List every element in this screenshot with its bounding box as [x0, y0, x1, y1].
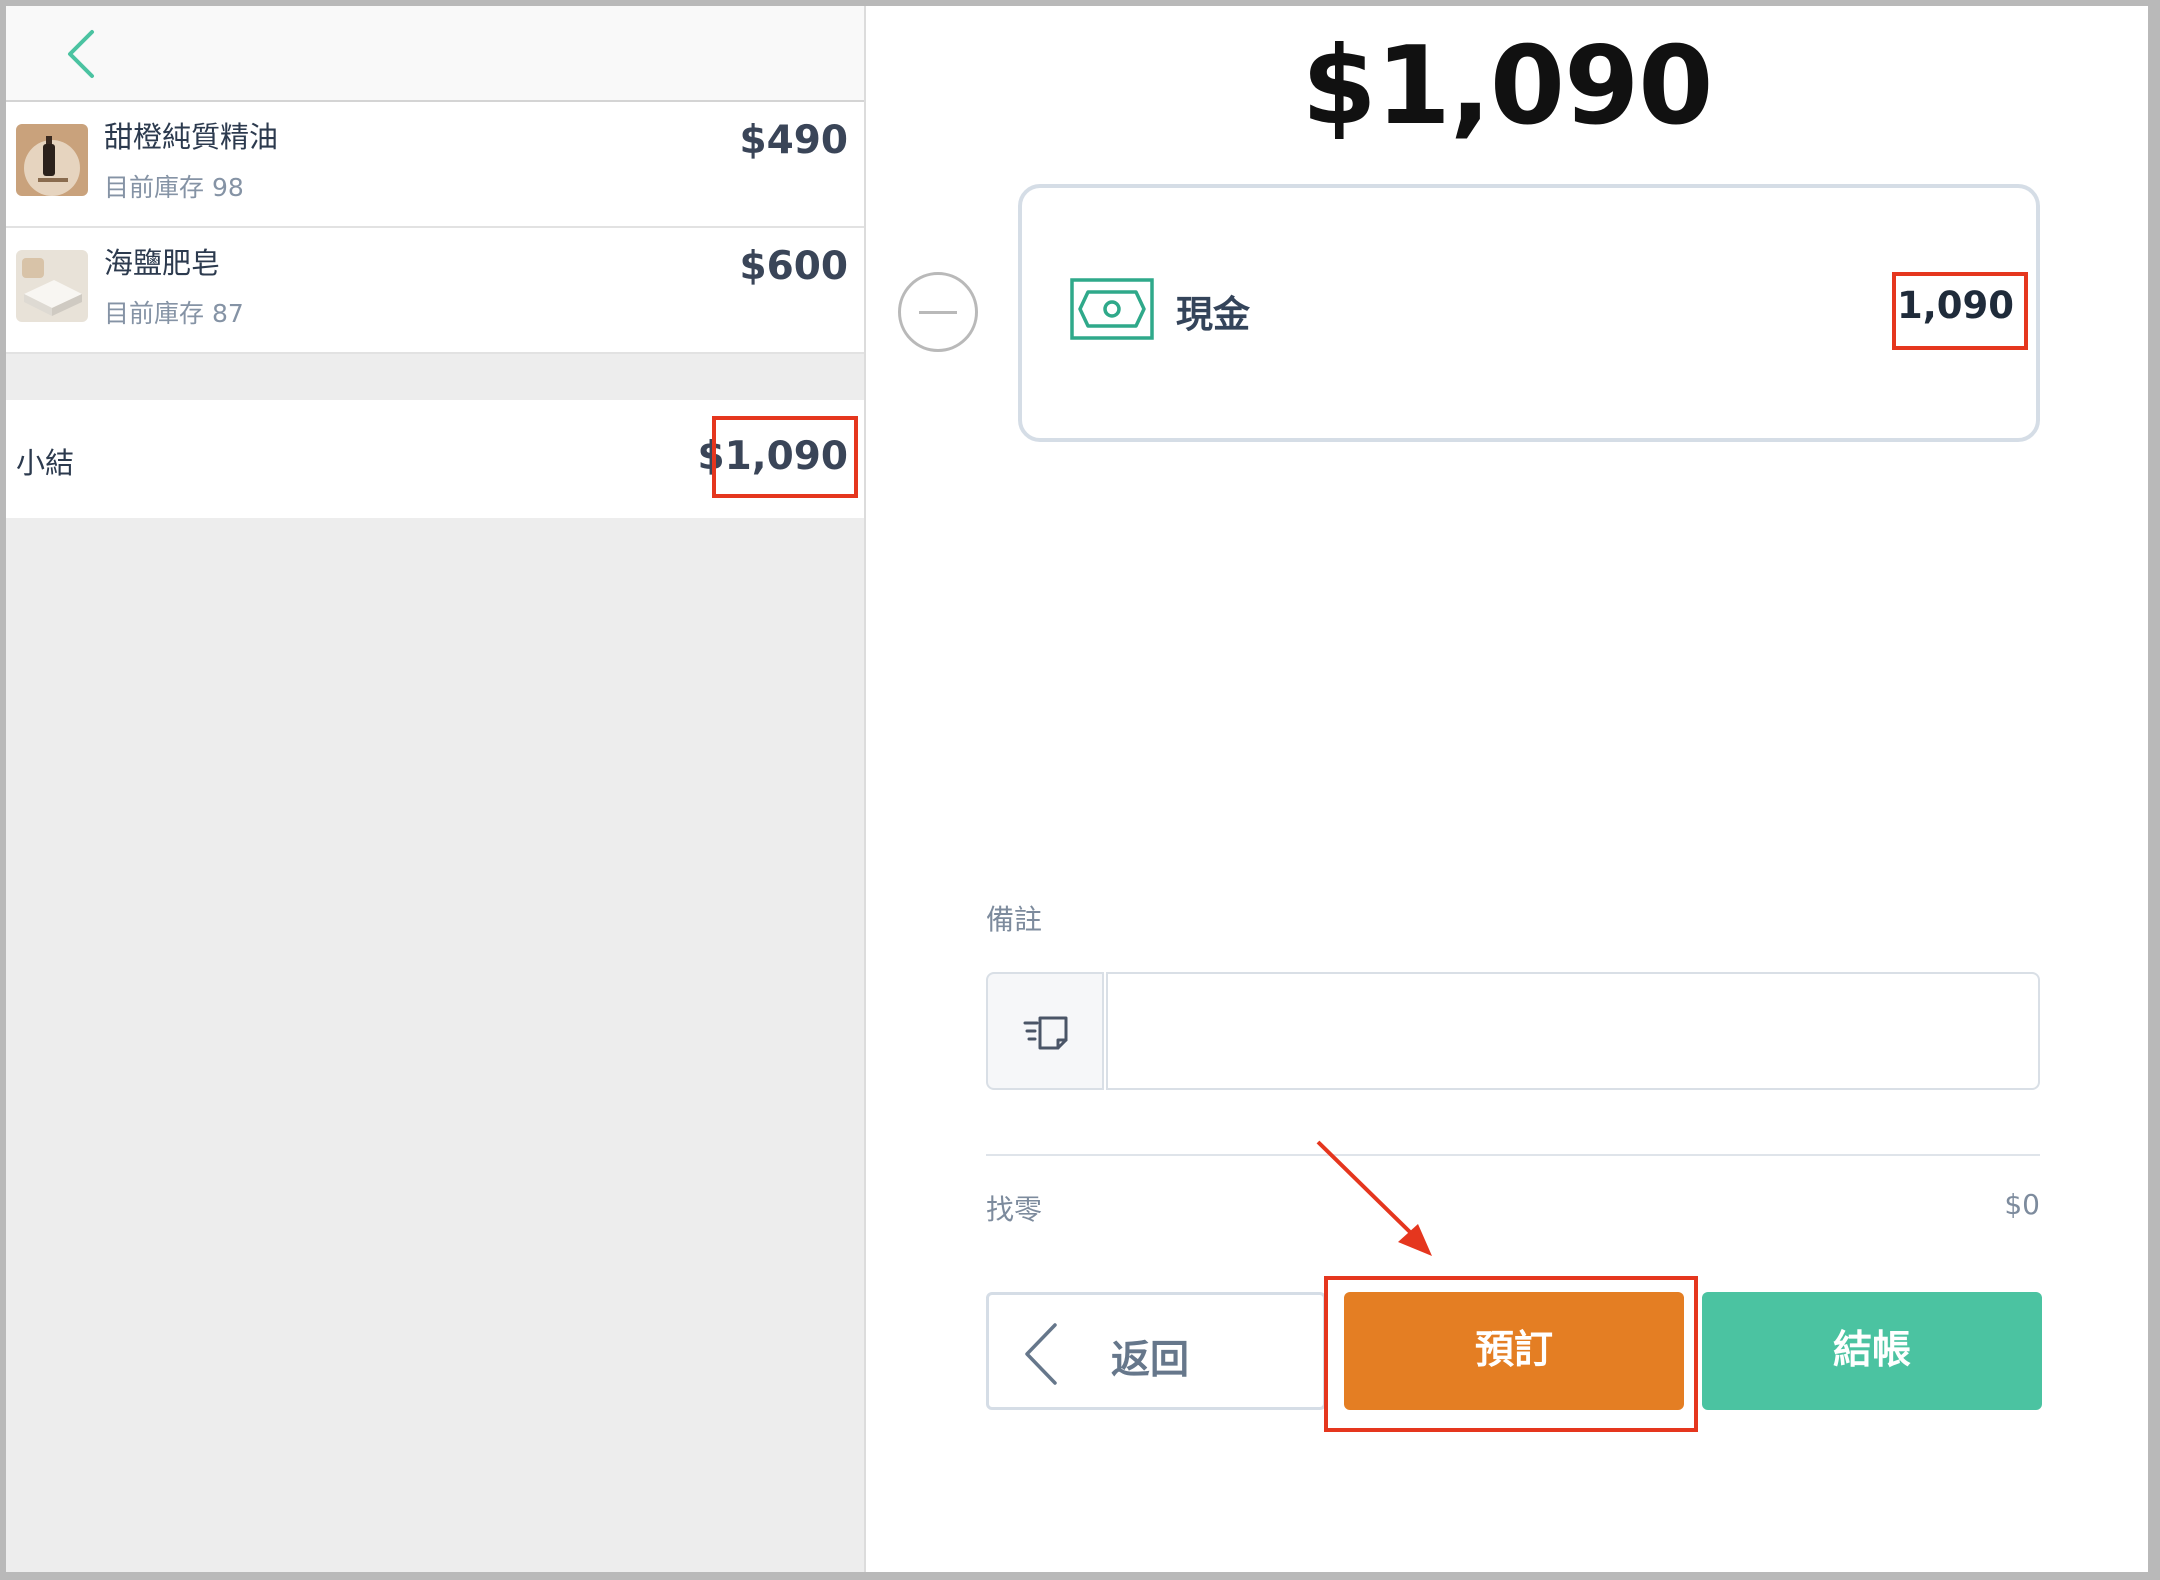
- product-price: $600: [739, 244, 848, 289]
- payment-method-card[interactable]: 現金 1,090: [1018, 184, 2040, 442]
- app-window: 甜橙純質精油 目前庫存 98 $490 海鹽肥皂 目前庫存 87 $600 小結…: [6, 6, 2148, 1572]
- payment-amount[interactable]: 1,090: [1897, 284, 2014, 327]
- notes-icon-box: [986, 972, 1104, 1090]
- product-stock: 目前庫存 98: [104, 173, 244, 202]
- back-button-label: 返回: [1111, 1338, 1190, 1383]
- product-name: 海鹽肥皂: [104, 246, 221, 280]
- product-stock: 目前庫存 87: [104, 299, 244, 328]
- reserve-button[interactable]: 預訂: [1344, 1292, 1684, 1410]
- checkout-button[interactable]: 結帳: [1702, 1292, 2042, 1410]
- cart-top-bar: [6, 6, 864, 102]
- product-name: 甜橙純質精油: [104, 120, 279, 154]
- subtotal-label: 小結: [16, 446, 75, 480]
- notes-label: 備註: [986, 903, 1043, 936]
- product-thumbnail: [16, 124, 88, 196]
- product-price: $490: [739, 118, 848, 163]
- cart-item[interactable]: 海鹽肥皂 目前庫存 87 $600: [6, 228, 864, 354]
- payment-method-label: 現金: [1176, 293, 1250, 336]
- remove-payment-button[interactable]: [898, 272, 978, 352]
- cart-panel: 甜橙純質精油 目前庫存 98 $490 海鹽肥皂 目前庫存 87 $600 小結…: [6, 6, 866, 1572]
- note-icon: [1023, 1016, 1068, 1050]
- notes-input[interactable]: [1106, 972, 2040, 1090]
- subtotal-value: $1,090: [697, 434, 849, 479]
- change-label: 找零: [986, 1193, 1043, 1226]
- product-thumbnail: [16, 250, 88, 322]
- back-chevron-icon[interactable]: [58, 26, 108, 82]
- cart-item[interactable]: 甜橙純質精油 目前庫存 98 $490: [6, 102, 864, 228]
- chevron-left-icon: [1025, 1323, 1057, 1385]
- change-value: $0: [2004, 1188, 2040, 1221]
- total-amount: $1,090: [1301, 24, 1714, 149]
- subtotal-row: 小結 $1,090: [6, 400, 864, 518]
- back-button[interactable]: 返回: [986, 1292, 1326, 1410]
- cash-icon: [1070, 278, 1154, 340]
- divider: [986, 1154, 2040, 1156]
